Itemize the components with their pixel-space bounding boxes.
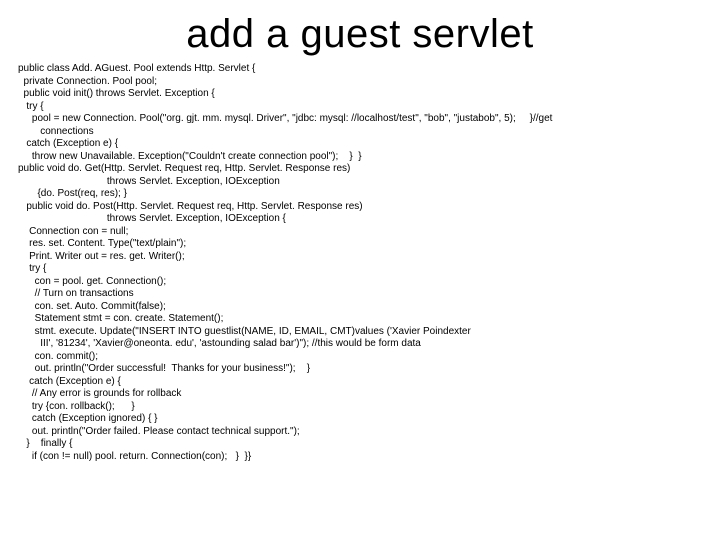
code-line: pool = new Connection. Pool("org. gjt. m…	[18, 113, 702, 126]
code-line: Statement stmt = con. create. Statement(…	[18, 313, 702, 326]
code-line: try {	[18, 101, 702, 114]
code-line: public void init() throws Servlet. Excep…	[18, 88, 702, 101]
code-line: catch (Exception e) {	[18, 376, 702, 389]
code-block: public class Add. AGuest. Pool extends H…	[18, 63, 702, 463]
code-line: Print. Writer out = res. get. Writer();	[18, 251, 702, 264]
code-line: Connection con = null;	[18, 226, 702, 239]
code-line: throws Servlet. Exception, IOException	[18, 176, 702, 189]
code-line: connections	[18, 126, 702, 139]
code-line: con. set. Auto. Commit(false);	[18, 301, 702, 314]
code-line: con = pool. get. Connection();	[18, 276, 702, 289]
code-line: } finally {	[18, 438, 702, 451]
code-line: // Turn on transactions	[18, 288, 702, 301]
slide: add a guest servlet public class Add. AG…	[0, 0, 720, 540]
code-line: try {	[18, 263, 702, 276]
code-line: public void do. Post(Http. Servlet. Requ…	[18, 201, 702, 214]
code-line: throws Servlet. Exception, IOException {	[18, 213, 702, 226]
code-line: catch (Exception ignored) { }	[18, 413, 702, 426]
code-line: III', '81234', 'Xavier@oneonta. edu', 'a…	[18, 338, 702, 351]
code-line: catch (Exception e) {	[18, 138, 702, 151]
slide-title: add a guest servlet	[18, 12, 702, 57]
code-line: public class Add. AGuest. Pool extends H…	[18, 63, 702, 76]
code-line: stmt. execute. Update("INSERT INTO guest…	[18, 326, 702, 339]
code-line: // Any error is grounds for rollback	[18, 388, 702, 401]
code-line: {do. Post(req, res); }	[18, 188, 702, 201]
code-line: res. set. Content. Type("text/plain");	[18, 238, 702, 251]
code-line: throw new Unavailable. Exception("Couldn…	[18, 151, 702, 164]
code-line: out. println("Order successful! Thanks f…	[18, 363, 702, 376]
code-line: con. commit();	[18, 351, 702, 364]
code-line: public void do. Get(Http. Servlet. Reque…	[18, 163, 702, 176]
code-line: private Connection. Pool pool;	[18, 76, 702, 89]
code-line: try {con. rollback(); }	[18, 401, 702, 414]
code-line: out. println("Order failed. Please conta…	[18, 426, 702, 439]
code-line: if (con != null) pool. return. Connectio…	[18, 451, 702, 464]
